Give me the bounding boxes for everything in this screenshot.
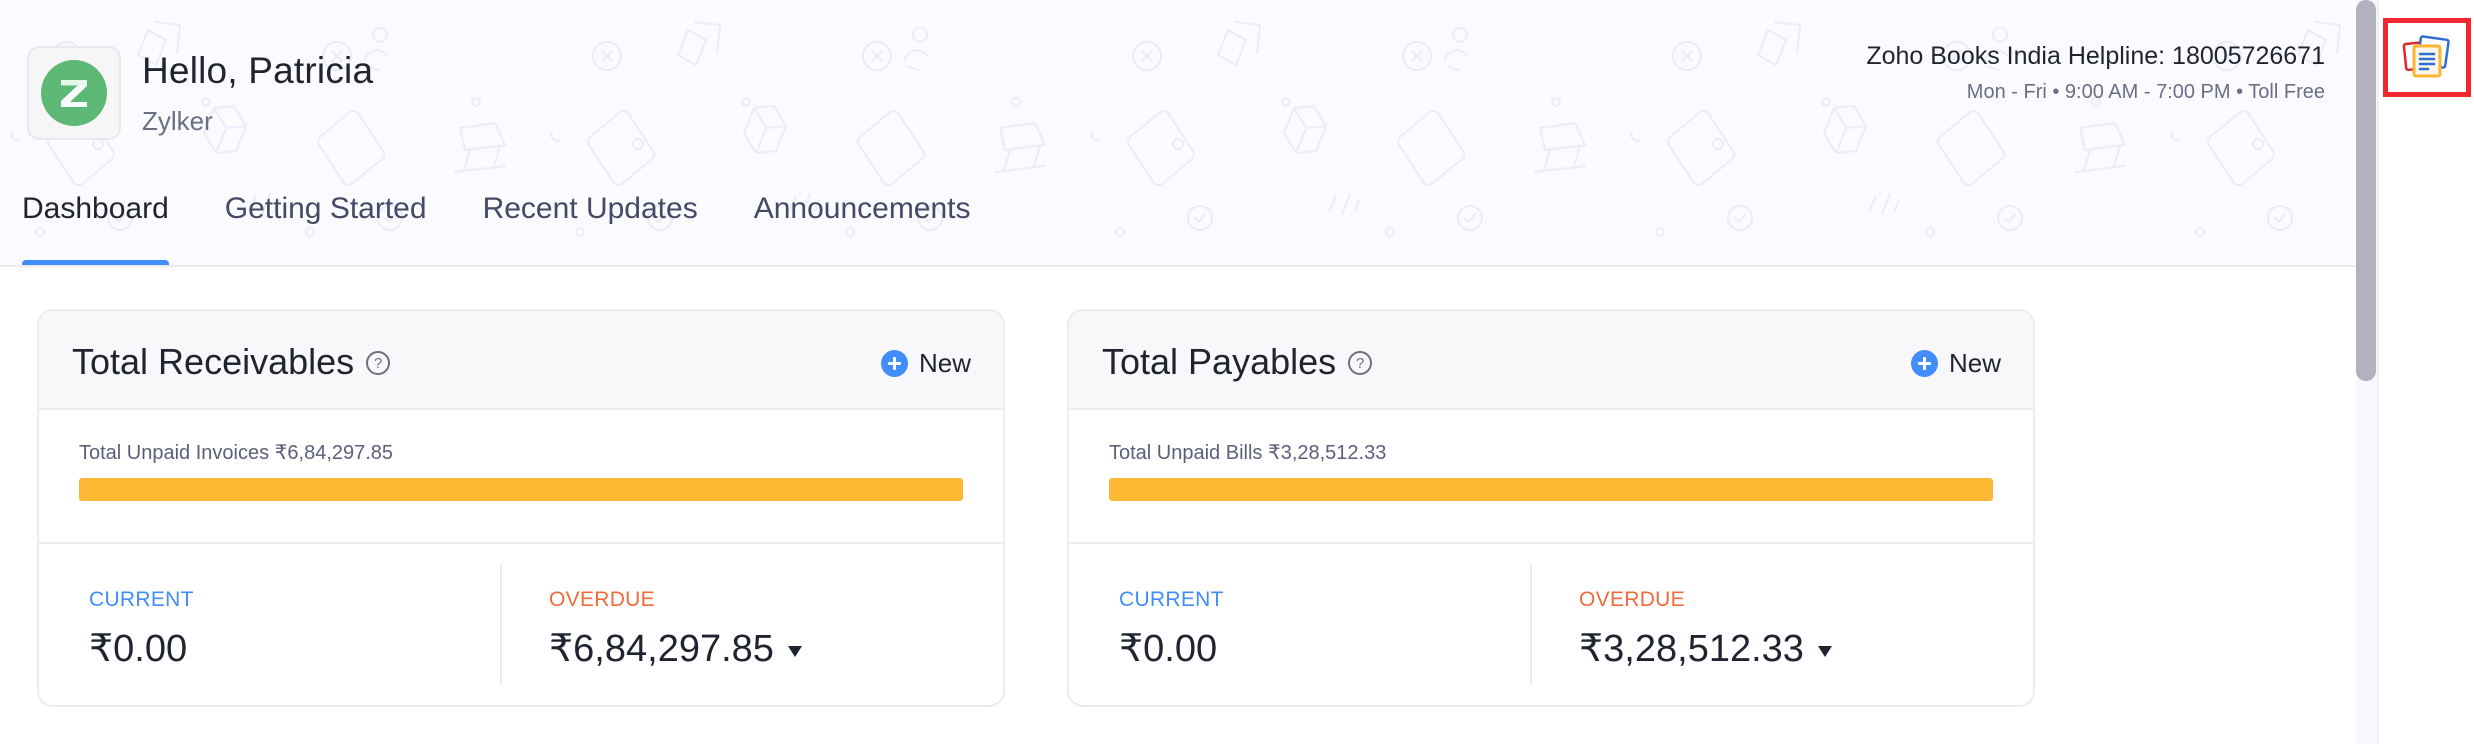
dashboard-tabs: Dashboard Getting Started Recent Updates… bbox=[22, 192, 1027, 265]
current-amount: ₹0.00 bbox=[89, 626, 187, 671]
card-title-text: Total Payables bbox=[1102, 341, 1337, 382]
aging-breakdown: CURRENT ₹0.00 OVERDUE ₹3,28,512.33 bbox=[1069, 544, 2033, 705]
unpaid-summary: Total Unpaid Invoices ₹6,84,297.85 bbox=[39, 410, 1003, 544]
card-header: Total Payables ? New bbox=[1069, 311, 2033, 410]
greeting-text: Hello, Patricia bbox=[142, 50, 374, 91]
documents-button[interactable] bbox=[2383, 18, 2471, 97]
help-icon[interactable]: ? bbox=[1348, 351, 1373, 375]
organization-name: Zylker bbox=[142, 106, 213, 136]
help-icon[interactable]: ? bbox=[366, 351, 391, 375]
tab-label: Recent Updates bbox=[482, 192, 698, 225]
card-title-text: Total Receivables bbox=[72, 341, 355, 382]
overdue-amount[interactable]: ₹3,28,512.33 bbox=[1579, 626, 1832, 671]
aging-breakdown: CURRENT ₹0.00 OVERDUE ₹6,84,297.85 bbox=[39, 544, 1003, 705]
overdue-amount-value: ₹6,84,297.85 bbox=[549, 628, 774, 670]
zoho-logo-icon bbox=[41, 60, 107, 126]
overdue-section: OVERDUE ₹6,84,297.85 bbox=[499, 544, 959, 705]
new-button-label: New bbox=[918, 348, 971, 378]
total-unpaid-invoices: Total Unpaid Invoices ₹6,84,297.85 bbox=[79, 442, 394, 464]
current-amount: ₹0.00 bbox=[1119, 626, 1217, 671]
active-tab-indicator bbox=[22, 260, 169, 265]
unpaid-progress-bar bbox=[79, 478, 963, 501]
unpaid-summary: Total Unpaid Bills ₹3,28,512.33 bbox=[1069, 410, 2033, 544]
current-amount-value: ₹0.00 bbox=[1119, 628, 1218, 670]
overdue-amount[interactable]: ₹6,84,297.85 bbox=[549, 626, 802, 671]
total-receivables-card: Total Receivables ? New Total Unpaid Inv… bbox=[37, 309, 1005, 707]
scrollbar-thumb[interactable] bbox=[2356, 0, 2376, 381]
caret-down-icon[interactable] bbox=[1817, 646, 1832, 657]
new-invoice-button[interactable]: New bbox=[880, 348, 971, 379]
total-unpaid-bills: Total Unpaid Bills ₹3,28,512.33 bbox=[1109, 442, 1387, 464]
new-bill-button[interactable]: New bbox=[1910, 348, 2001, 379]
overdue-amount-value: ₹3,28,512.33 bbox=[1579, 628, 1804, 670]
tab-announcements[interactable]: Announcements bbox=[753, 192, 971, 265]
overdue-label: OVERDUE bbox=[549, 588, 655, 611]
plus-circle-icon bbox=[880, 350, 908, 377]
tab-recent-updates[interactable]: Recent Updates bbox=[482, 192, 698, 265]
tab-label: Dashboard bbox=[22, 192, 169, 225]
overdue-label: OVERDUE bbox=[1579, 588, 1685, 611]
dashboard-header: Hello, Patricia Zylker Zoho Books India … bbox=[0, 0, 2356, 267]
current-amount-value: ₹0.00 bbox=[89, 628, 188, 670]
unpaid-progress-bar bbox=[1109, 478, 1993, 501]
caret-down-icon[interactable] bbox=[787, 646, 802, 657]
organization-logo[interactable] bbox=[27, 46, 121, 140]
current-label: CURRENT bbox=[1119, 588, 1224, 611]
helpline-info: Zoho Books India Helpline: 18005726671 M… bbox=[1866, 42, 2325, 104]
tab-dashboard[interactable]: Dashboard bbox=[22, 192, 169, 265]
tab-label: Getting Started bbox=[224, 192, 427, 225]
current-section: CURRENT ₹0.00 bbox=[39, 544, 499, 705]
current-section: CURRENT ₹0.00 bbox=[1069, 544, 1529, 705]
documents-icon bbox=[2402, 34, 2450, 77]
overdue-section: OVERDUE ₹3,28,512.33 bbox=[1529, 544, 1989, 705]
card-title: Total Receivables ? bbox=[72, 341, 391, 383]
overdue-progress-fill bbox=[79, 478, 963, 501]
helpline-number: Zoho Books India Helpline: 18005726671 bbox=[1866, 42, 2325, 70]
card-header: Total Receivables ? New bbox=[39, 311, 1003, 410]
helpline-hours: Mon - Fri • 9:00 AM - 7:00 PM • Toll Fre… bbox=[1966, 81, 2325, 103]
total-payables-card: Total Payables ? New Total Unpaid Bills … bbox=[1067, 309, 2035, 707]
card-title: Total Payables ? bbox=[1102, 341, 1373, 383]
tab-label: Announcements bbox=[753, 192, 971, 225]
current-label: CURRENT bbox=[89, 588, 194, 611]
vertical-scrollbar[interactable] bbox=[2356, 0, 2377, 744]
overdue-progress-fill bbox=[1109, 478, 1993, 501]
right-side-panel bbox=[2379, 0, 2474, 744]
plus-circle-icon bbox=[1910, 350, 1938, 377]
new-button-label: New bbox=[1948, 348, 2001, 378]
tab-getting-started[interactable]: Getting Started bbox=[224, 192, 427, 265]
main-content: Hello, Patricia Zylker Zoho Books India … bbox=[0, 0, 2356, 744]
